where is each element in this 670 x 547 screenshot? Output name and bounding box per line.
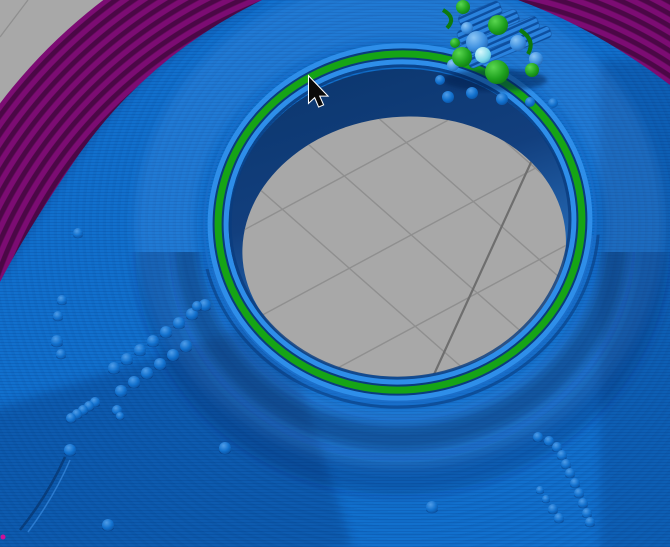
ooze-droplet bbox=[51, 335, 63, 347]
retraction-sphere-green bbox=[485, 60, 509, 84]
retraction-sphere-cyan bbox=[475, 47, 491, 63]
retraction-sphere-green bbox=[450, 38, 460, 48]
ooze-droplet bbox=[173, 317, 185, 329]
ooze-droplet bbox=[219, 442, 231, 454]
ooze-droplet bbox=[542, 495, 550, 503]
ooze-droplet bbox=[66, 413, 76, 423]
ooze-droplet bbox=[115, 385, 127, 397]
retraction-sphere-green bbox=[488, 15, 508, 35]
scene-svg bbox=[0, 0, 670, 547]
ooze-droplet bbox=[147, 335, 159, 347]
ooze-droplet bbox=[108, 362, 120, 374]
ooze-droplet bbox=[574, 488, 584, 498]
travel-bump bbox=[466, 87, 478, 99]
travel-bump bbox=[442, 91, 454, 103]
travel-bump bbox=[548, 98, 558, 108]
ooze-droplet bbox=[548, 504, 558, 514]
ooze-droplet bbox=[578, 498, 588, 508]
ooze-droplet bbox=[180, 340, 192, 352]
ooze-droplet bbox=[154, 358, 166, 370]
ooze-droplet bbox=[533, 432, 543, 442]
ooze-droplet bbox=[167, 349, 179, 361]
ooze-droplet bbox=[141, 367, 153, 379]
ooze-droplet bbox=[73, 228, 83, 238]
ooze-droplet bbox=[160, 326, 172, 338]
retraction-sphere-blue bbox=[510, 35, 526, 51]
ooze-droplet bbox=[585, 517, 595, 527]
3d-viewport[interactable] bbox=[0, 0, 670, 547]
ooze-droplet bbox=[102, 519, 114, 531]
ooze-droplet bbox=[56, 349, 66, 359]
ooze-droplet bbox=[570, 478, 580, 488]
ooze-droplet bbox=[557, 450, 567, 460]
ooze-droplet bbox=[57, 295, 67, 305]
travel-bump bbox=[525, 97, 535, 107]
ooze-droplet bbox=[64, 444, 76, 456]
ooze-droplet bbox=[134, 344, 146, 356]
ooze-droplet bbox=[554, 513, 564, 523]
ooze-droplet bbox=[116, 412, 124, 420]
ooze-droplet bbox=[426, 501, 438, 513]
ooze-droplet bbox=[565, 468, 575, 478]
ooze-droplet bbox=[53, 311, 63, 321]
ooze-droplet bbox=[561, 459, 571, 469]
retraction-sphere-green bbox=[452, 47, 472, 67]
retraction-sphere-blue bbox=[461, 22, 473, 34]
ooze-droplet bbox=[582, 508, 592, 518]
retraction-sphere-green bbox=[456, 0, 470, 14]
ooze-droplet bbox=[121, 353, 133, 365]
travel-bump bbox=[496, 93, 508, 105]
ooze-droplet bbox=[192, 301, 202, 311]
travel-bump bbox=[435, 75, 445, 85]
ooze-droplet bbox=[128, 376, 140, 388]
ooze-droplet bbox=[544, 436, 554, 446]
ooze-droplet bbox=[536, 486, 544, 494]
magenta-speck bbox=[0, 534, 6, 540]
retraction-sphere-green bbox=[525, 63, 539, 77]
